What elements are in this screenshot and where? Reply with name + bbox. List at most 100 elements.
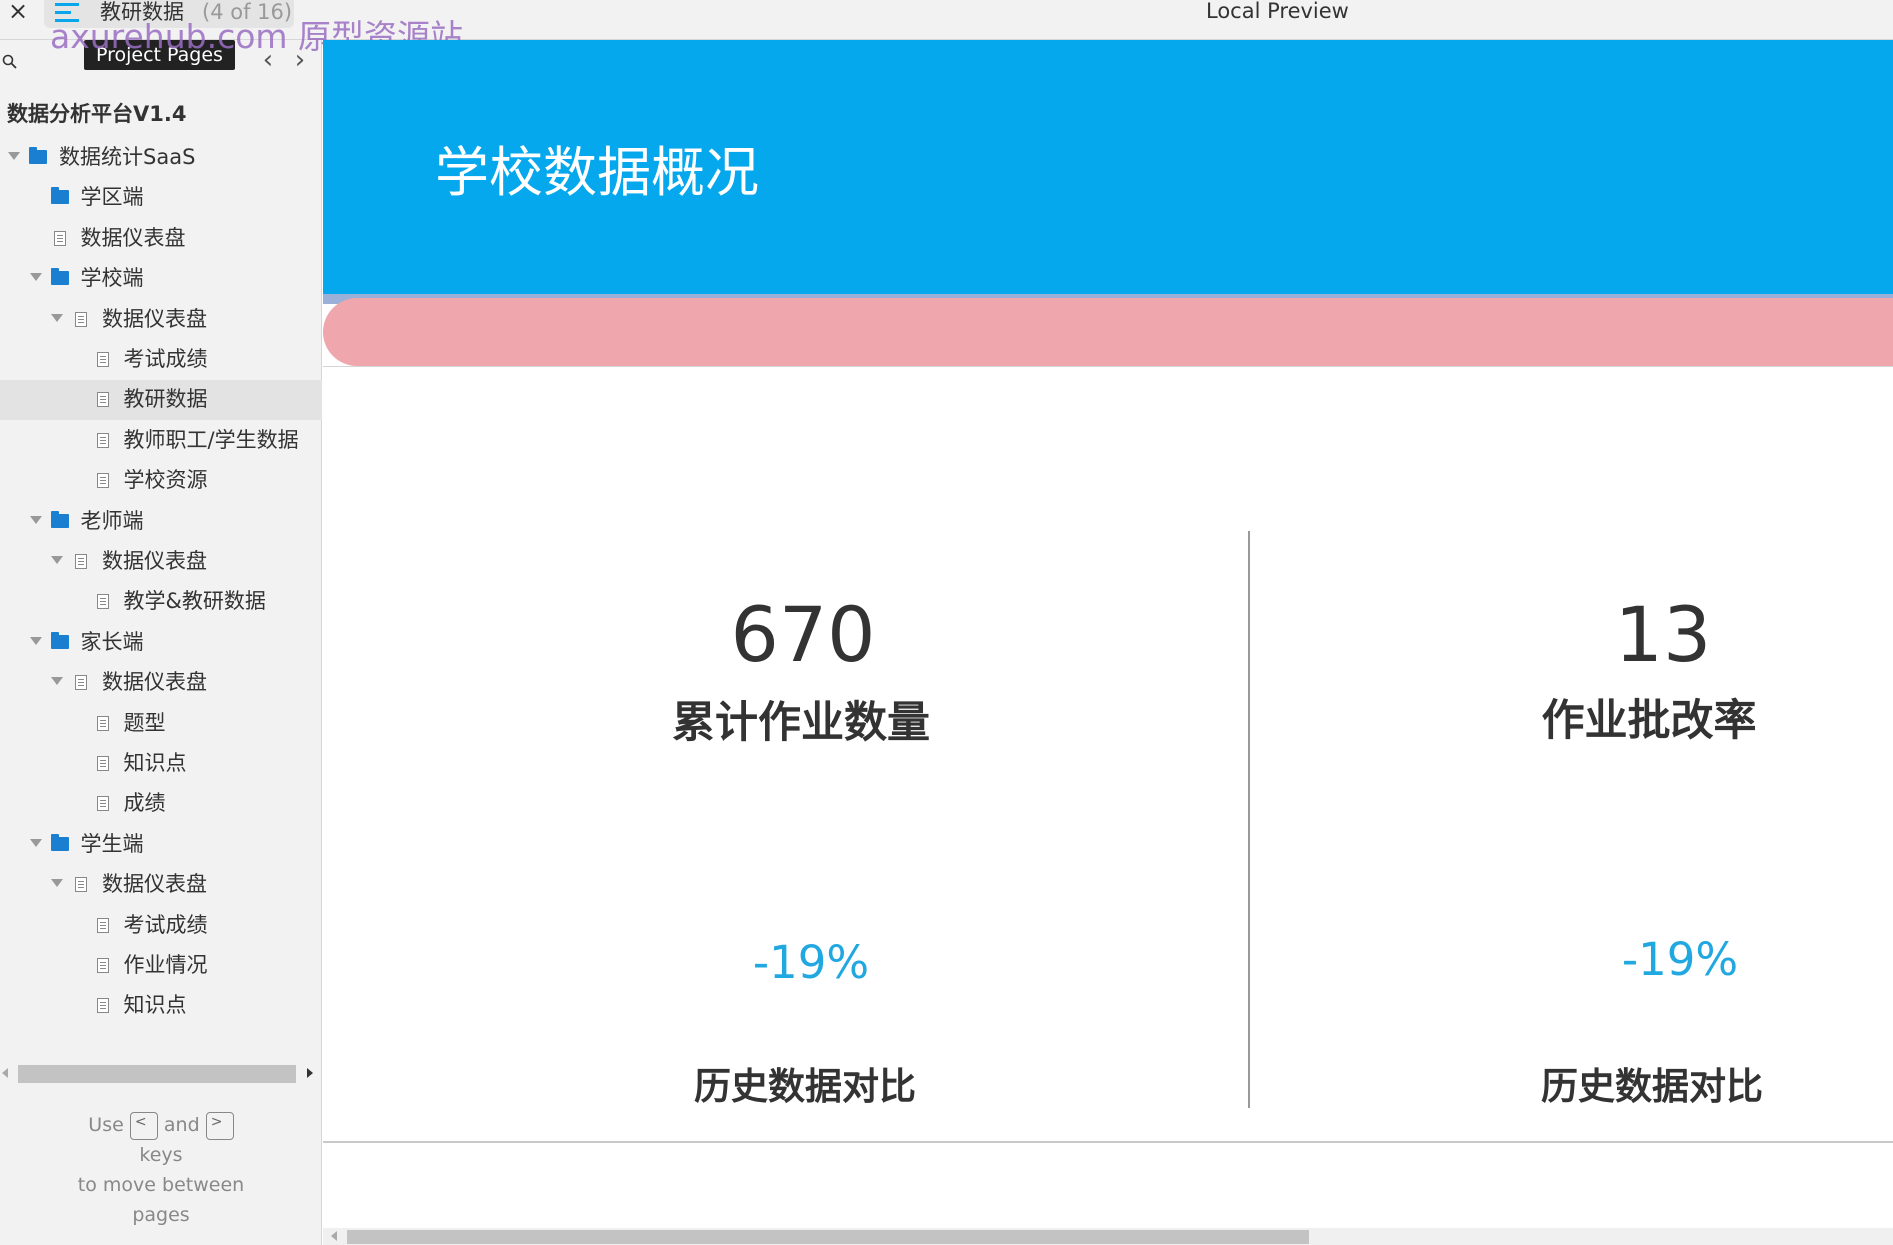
tree-item[interactable]: 老师端 [0,502,322,542]
main-preview: 学校数据概况 670 累计作业数量 -19% 历史数据对比 13 作业批改率 -… [323,40,1893,1245]
help-line3: pages [132,1204,190,1226]
top-bar: × 教研数据 (4 of 16) Local Preview [0,0,1893,40]
scroll-left-arrow-icon[interactable] [2,1068,8,1078]
main-scroll-left-arrow-icon[interactable] [331,1231,337,1241]
left-key-icon: < [129,1111,158,1140]
tree-item-label: 作业情况 [123,953,208,977]
menu-icon[interactable] [55,3,79,23]
current-page-tab[interactable]: 教研数据 (4 of 16) [44,0,294,28]
help-and: and [163,1114,200,1136]
prev-page-button[interactable]: ‹ [258,47,278,74]
tree-item-label: 数据仪表盘 [102,670,207,695]
search-icon[interactable] [2,54,18,70]
accent-bar [323,298,1893,366]
tree-item-label: 数据仪表盘 [102,306,207,331]
tree-item-label: 成绩 [123,791,166,816]
sidebar-scrollbar[interactable] [0,1062,322,1086]
help-line2: to move between [77,1174,245,1196]
tree-item[interactable]: 知识点 [0,744,322,784]
header-banner: 学校数据概况 [323,40,1893,295]
homework-count-compare: 历史数据对比 [694,1065,916,1108]
page-title: 学校数据概况 [435,141,759,204]
tree-item[interactable]: 数据仪表盘 [0,663,322,703]
tree-item[interactable]: 教研数据 [0,380,322,421]
stats-panel: 670 累计作业数量 -19% 历史数据对比 13 作业批改率 -19% 历史数… [323,370,1893,1185]
expand-arrow-icon[interactable] [51,677,63,686]
tree-item-label: 教学&教研数据 [123,589,266,614]
tree-item[interactable]: 学校端 [0,259,322,299]
page-icon [96,352,109,367]
expand-arrow-icon[interactable] [29,515,42,524]
tree-item-label: 数据统计SaaS [59,145,196,169]
tree-item-label: 数据仪表盘 [80,225,186,250]
tree-item[interactable]: 学生端 [0,825,322,865]
page-icon [75,675,87,691]
help-keys: keys [139,1144,183,1166]
scroll-right-arrow-icon[interactable] [307,1068,313,1078]
tree-item[interactable]: 学区端 [0,178,322,218]
tree-item[interactable]: 数据仪表盘 [0,542,322,582]
expand-arrow-icon[interactable] [51,313,63,322]
keyboard-help: Use < and > keys to move between pages [0,1110,322,1230]
page-icon [96,594,109,610]
tree-item[interactable]: 知识点 [0,986,322,1026]
current-page-title: 教研数据 [100,0,184,24]
grading-rate-value: 13 [1614,590,1712,679]
close-icon[interactable]: × [4,0,32,26]
page-icon [96,432,109,448]
tree-item-label: 家长端 [80,629,144,654]
help-use: Use [88,1114,124,1136]
expand-arrow-icon[interactable] [29,273,42,282]
tree-item-label: 数据仪表盘 [102,872,207,897]
folder-icon [50,187,69,205]
tree-item-label: 学校资源 [123,468,208,493]
tree-item[interactable]: 成绩 [0,784,322,824]
tree-item-label: 题型 [123,710,166,735]
expand-arrow-icon[interactable] [29,636,42,645]
next-page-button[interactable]: › [290,47,310,74]
tree-item[interactable]: 考试成绩 [0,340,322,380]
page-icon [75,554,87,569]
accent-divider [323,366,1893,367]
expand-arrow-icon[interactable] [29,838,42,847]
tree-item[interactable]: 教师职工/学生数据 [0,421,322,461]
tree-item-label: 学校端 [80,266,144,291]
page-icon [96,917,109,933]
tree-item[interactable]: 家长端 [0,623,322,663]
folder-icon [50,510,69,528]
project-name: 数据分析平台V1.4 [7,102,187,126]
tree-item[interactable]: 数据仪表盘 [0,219,322,259]
preview-title: Local Preview [1206,0,1349,23]
expand-arrow-icon[interactable] [51,556,63,564]
tree-item-label: 数据仪表盘 [102,549,207,573]
homework-count-label: 累计作业数量 [672,698,930,748]
tree-item[interactable]: 学校资源 [0,461,322,501]
content-divider [323,1141,1893,1143]
tree-item-label: 知识点 [123,751,187,775]
folder-icon [50,268,69,286]
page-icon [75,877,87,893]
tree-item[interactable]: 题型 [0,704,322,744]
tree-item[interactable]: 作业情况 [0,946,322,986]
tree-item-label: 学生端 [80,831,144,856]
stats-divider [1248,531,1250,1108]
main-scrollbar[interactable] [323,1228,1893,1245]
scroll-thumb[interactable] [18,1065,296,1083]
homework-count-change: -19% [752,936,870,989]
page-icon [96,715,109,731]
page-icon [96,756,109,771]
expand-arrow-icon[interactable] [51,879,63,888]
tree-item[interactable]: 数据统计SaaS [0,138,322,178]
sidebar: Project Pages ‹ › 数据分析平台V1.4 数据统计SaaS 学区端… [0,40,322,1245]
page-icon [75,311,87,327]
tree-item[interactable]: 教学&教研数据 [0,582,322,622]
right-key-icon: > [205,1111,234,1140]
tree-item[interactable]: 数据仪表盘 [0,300,322,340]
main-scroll-thumb[interactable] [347,1230,1309,1244]
expand-arrow-icon[interactable] [8,152,20,160]
project-pages-tooltip: Project Pages [84,40,235,70]
tree-item[interactable]: 考试成绩 [0,906,322,946]
tree-item-label: 老师端 [80,508,144,533]
tree-item[interactable]: 数据仪表盘 [0,865,322,905]
page-count: (4 of 16) [202,0,293,24]
